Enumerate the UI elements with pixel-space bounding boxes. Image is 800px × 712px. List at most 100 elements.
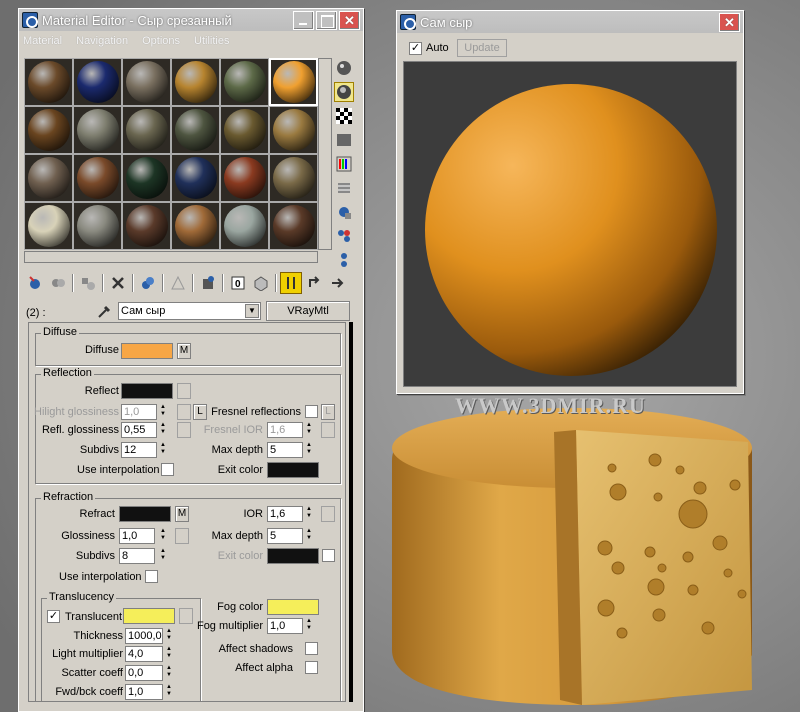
slots-hscrollbar[interactable] [24, 251, 318, 263]
sample-slot[interactable] [220, 154, 269, 202]
affect-alpha-checkbox[interactable] [305, 661, 318, 674]
sample-slot[interactable] [269, 202, 318, 250]
thickness-spinner[interactable]: ▲ ▼ [165, 628, 173, 644]
material-editor-titlebar[interactable]: Material Editor - Сыр срезанный [19, 9, 363, 31]
sample-slot[interactable] [73, 154, 122, 202]
fwd-bck-coeff-field[interactable]: 1,0 [125, 684, 163, 700]
fwd-bck-coeff-spinner[interactable]: ▲ ▼ [165, 684, 173, 700]
scatter-coeff-spinner[interactable]: ▲ ▼ [165, 665, 173, 681]
put-to-scene-icon[interactable] [47, 272, 69, 294]
sample-slot[interactable] [122, 154, 171, 202]
sample-uv-tiling-icon[interactable] [334, 130, 354, 150]
sample-slot[interactable] [220, 202, 269, 250]
reflection-max-depth-field[interactable]: 5 [267, 442, 303, 458]
go-to-parent-icon[interactable] [303, 272, 325, 294]
fog-multiplier-spinner[interactable]: ▲ ▼ [305, 618, 313, 634]
go-forward-to-sibling-icon[interactable] [326, 272, 348, 294]
reflect-map-button[interactable] [177, 383, 191, 399]
sample-slot[interactable] [171, 58, 220, 106]
material-type-button[interactable]: VRayMtl [266, 301, 350, 321]
scrollbar-thumb[interactable] [349, 322, 353, 702]
copy-material-icon[interactable] [137, 272, 159, 294]
options-icon[interactable] [334, 202, 354, 222]
preview-close-button[interactable] [719, 12, 740, 32]
refraction-exit-color-checkbox[interactable] [322, 549, 335, 562]
sample-slot[interactable] [122, 106, 171, 154]
update-button[interactable]: Update [457, 39, 507, 57]
backlight-icon[interactable] [334, 82, 354, 102]
sample-slot[interactable] [24, 154, 73, 202]
sample-slot[interactable] [73, 106, 122, 154]
rollout-scrollbar[interactable] [348, 322, 356, 702]
refraction-max-depth-field[interactable]: 5 [267, 528, 303, 544]
preview-titlebar[interactable]: Сам сыр [397, 11, 743, 33]
material-effects-channel-icon[interactable]: 0 [227, 272, 249, 294]
sample-slot[interactable] [269, 106, 318, 154]
fresnel-ior-map-button[interactable] [321, 422, 335, 438]
sample-type-sphere-icon[interactable] [334, 58, 354, 78]
sample-slot[interactable] [171, 202, 220, 250]
sample-slot[interactable] [171, 154, 220, 202]
sample-slot[interactable] [73, 58, 122, 106]
sample-slot[interactable] [220, 106, 269, 154]
fog-color-swatch[interactable] [267, 599, 319, 615]
scatter-coeff-field[interactable]: 0,0 [125, 665, 163, 681]
refraction-use-interpolation-checkbox[interactable] [145, 570, 158, 583]
menu-navigation[interactable]: Navigation [76, 35, 128, 47]
menu-material[interactable]: Material [23, 35, 62, 47]
get-material-icon[interactable] [24, 272, 46, 294]
refraction-glossiness-spinner[interactable]: ▲ ▼ [159, 528, 167, 544]
reset-map-icon[interactable] [107, 272, 129, 294]
refraction-subdivs-field[interactable]: 8 [119, 548, 155, 564]
hilight-glossiness-field[interactable]: 1,0 [121, 404, 157, 420]
reflection-subdivs-field[interactable]: 12 [121, 442, 157, 458]
light-multiplier-field[interactable]: 4,0 [125, 646, 163, 662]
diffuse-color-swatch[interactable] [121, 343, 173, 359]
refl-glossiness-spinner[interactable]: ▲ ▼ [159, 422, 167, 438]
sample-slot[interactable] [122, 202, 171, 250]
refl-glossiness-field[interactable]: 0,55 [121, 422, 157, 438]
sample-slot[interactable] [24, 106, 73, 154]
sample-slot[interactable] [73, 202, 122, 250]
show-map-in-viewport-icon[interactable] [250, 272, 272, 294]
refract-color-swatch[interactable] [119, 506, 171, 522]
fresnel-reflections-checkbox[interactable] [305, 405, 318, 418]
reflection-exit-color-swatch[interactable] [267, 462, 319, 478]
sample-slot[interactable] [122, 58, 171, 106]
hilight-glossiness-spinner[interactable]: ▲ ▼ [159, 404, 167, 420]
sample-slot[interactable] [269, 154, 318, 202]
fog-multiplier-field[interactable]: 1,0 [267, 618, 303, 634]
maximize-button[interactable] [316, 10, 337, 30]
reflection-subdivs-spinner[interactable]: ▲ ▼ [159, 442, 167, 458]
light-multiplier-spinner[interactable]: ▲ ▼ [165, 646, 173, 662]
ior-map-button[interactable] [321, 506, 335, 522]
fresnel-ior-spinner[interactable]: ▲ ▼ [305, 422, 313, 438]
material-name-dropdown[interactable]: Сам сыр ▼ [118, 302, 261, 320]
make-preview-icon[interactable] [334, 178, 354, 198]
fresnel-ior-field[interactable]: 1,6 [267, 422, 303, 438]
ior-field[interactable]: 1,6 [267, 506, 303, 522]
sample-slot[interactable] [220, 58, 269, 106]
sample-slot[interactable] [24, 202, 73, 250]
refract-map-button[interactable]: M [175, 506, 189, 522]
refraction-exit-color-swatch[interactable] [267, 548, 319, 564]
assign-to-selection-icon[interactable] [77, 272, 99, 294]
translucent-checkbox[interactable]: ✓ [47, 610, 60, 623]
pick-material-icon[interactable] [96, 302, 114, 320]
refraction-max-depth-spinner[interactable]: ▲ ▼ [305, 528, 313, 544]
sample-slot[interactable] [171, 106, 220, 154]
reflect-color-swatch[interactable] [121, 383, 173, 399]
refl-glossiness-map-button[interactable] [177, 422, 191, 438]
auto-checkbox[interactable]: ✓ [409, 42, 422, 55]
sample-slot[interactable] [24, 58, 73, 106]
refraction-subdivs-spinner[interactable]: ▲ ▼ [159, 548, 167, 564]
refraction-glossiness-field[interactable]: 1,0 [119, 528, 155, 544]
hilight-glossiness-map-button[interactable] [177, 404, 191, 420]
diffuse-map-button[interactable]: M [177, 343, 191, 359]
show-end-result-icon[interactable] [280, 272, 302, 294]
menu-utilities[interactable]: Utilities [194, 35, 229, 47]
sample-slot[interactable] [269, 58, 318, 106]
close-button[interactable] [339, 10, 360, 30]
minimize-button[interactable] [293, 10, 314, 30]
reflection-use-interpolation-checkbox[interactable] [161, 463, 174, 476]
